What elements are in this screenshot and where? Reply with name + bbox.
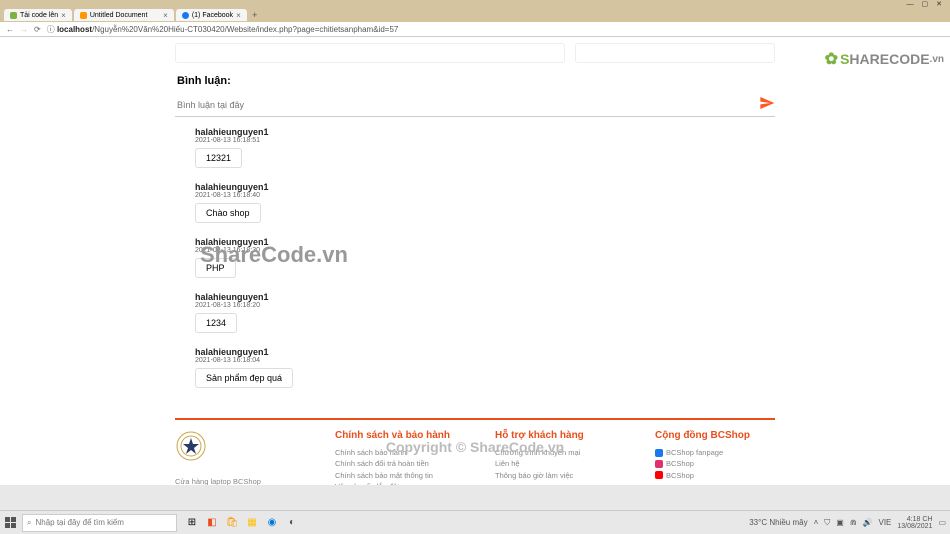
- new-tab-button[interactable]: +: [249, 9, 261, 21]
- tab-favicon: [80, 12, 87, 19]
- maximize-button[interactable]: ▢: [922, 0, 929, 8]
- footer-link[interactable]: BCShop: [655, 458, 795, 469]
- footer-link[interactable]: Liên hệ: [495, 458, 635, 469]
- comment-item: halahieunguyen12021-08-13 16:18:40 Chào s…: [195, 182, 775, 223]
- tray-chevron-icon[interactable]: ˄: [814, 518, 819, 527]
- taskbar: ⌕Nhập tại đây để tìm kiếm ⊞ ◧ 🛍 ▦ ◉ ◐ 33…: [0, 510, 950, 534]
- comment-user: halahieunguyen1: [195, 347, 775, 357]
- footer-col-info: Cửa hàng laptop BCShop Địa chỉ:118 Minh …: [175, 430, 315, 485]
- comment-item: halahieunguyen12021-08-13 16:18:20 1234: [195, 292, 775, 333]
- window-titlebar: — ▢ ✕: [0, 0, 950, 8]
- product-card-left: [175, 43, 565, 63]
- comments-title: Bình luận:: [175, 75, 775, 87]
- edge-icon[interactable]: ◉: [265, 516, 279, 530]
- app-icon[interactable]: ◐: [285, 516, 299, 530]
- task-view-icon[interactable]: ⊞: [185, 516, 199, 530]
- comment-item: halahieunguyen12021-08-13 16:18:30 PHP: [195, 237, 775, 278]
- comment-time: 2021-08-13 16:18:30: [195, 247, 775, 254]
- comment-time: 2021-08-13 16:18:04: [195, 357, 775, 364]
- youtube-icon: [655, 471, 663, 479]
- instagram-icon: [655, 460, 663, 468]
- refresh-button[interactable]: ⟳: [34, 25, 41, 34]
- wifi-icon[interactable]: ⋒: [850, 518, 857, 527]
- close-icon[interactable]: ×: [236, 11, 241, 20]
- comment-user: halahieunguyen1: [195, 237, 775, 247]
- address-bar: ← → ⟳ ⓘ localhost/Nguyễn%20Văn%20Hiếu-CT…: [0, 22, 950, 37]
- product-card-right: [575, 43, 775, 63]
- comment-user: halahieunguyen1: [195, 292, 775, 302]
- url-field[interactable]: ⓘ localhost/Nguyễn%20Văn%20Hiếu-CT030420…: [47, 24, 944, 35]
- facebook-icon: [655, 449, 663, 457]
- page-content: ✿ SHARECODE.vn ShareCode.vn Copyright © …: [0, 37, 950, 485]
- weather-widget[interactable]: 33°C Nhiều mây: [749, 518, 807, 527]
- tray-icon[interactable]: ▣: [836, 518, 844, 527]
- notifications-icon[interactable]: ▭: [938, 518, 946, 527]
- comment-body: 1234: [195, 313, 237, 333]
- comment-item: halahieunguyen12021-08-13 16:18:04 Sản ph…: [195, 347, 775, 388]
- comments-section: Bình luận: halahieunguyen12021-08-13 16:…: [175, 69, 775, 408]
- info-icon: ⓘ: [47, 25, 55, 34]
- close-icon[interactable]: ×: [61, 11, 66, 20]
- minimize-button[interactable]: —: [907, 1, 914, 8]
- search-icon: ⌕: [27, 518, 31, 528]
- comment-body: Chào shop: [195, 203, 261, 223]
- tab-title: (1) Facebook: [192, 12, 233, 19]
- comment-body: Sản phẩm đẹp quá: [195, 368, 293, 388]
- gear-icon: ✿: [825, 49, 838, 69]
- comment-time: 2021-08-13 16:18:51: [195, 137, 775, 144]
- tab-2[interactable]: Untitled Document ×: [74, 9, 174, 21]
- footer-link[interactable]: Chính sách bảo hành: [335, 447, 475, 458]
- comment-input[interactable]: [175, 98, 759, 112]
- start-button[interactable]: [4, 516, 18, 530]
- shop-logo: [175, 430, 207, 470]
- footer-link[interactable]: Chính sách bảo mật thông tin: [335, 470, 475, 481]
- footer-col-support: Hỗ trợ khách hàng Chương trình khuyến mạ…: [495, 430, 635, 485]
- footer-col-policy: Chính sách và bảo hành Chính sách bảo hà…: [335, 430, 475, 485]
- tab-1[interactable]: Tải code lên×: [4, 9, 72, 21]
- comment-list: halahieunguyen12021-08-13 16:18:5112321h…: [175, 127, 775, 388]
- footer-col-community: Cộng đồng BCShop BCShop fanpage BCShop B…: [655, 430, 795, 485]
- footer-link[interactable]: BCShop: [655, 470, 795, 481]
- footer-link[interactable]: Vận chuyển lắp đặt: [335, 481, 475, 485]
- close-icon[interactable]: ×: [163, 11, 168, 20]
- volume-icon[interactable]: 🔊: [863, 518, 873, 527]
- tab-title: Tải code lên: [20, 12, 58, 19]
- comment-user: halahieunguyen1: [195, 127, 775, 137]
- forward-button[interactable]: →: [20, 25, 28, 34]
- footer: Cửa hàng laptop BCShop Địa chỉ:118 Minh …: [175, 418, 775, 485]
- comment-item: halahieunguyen12021-08-13 16:18:51 12321: [195, 127, 775, 168]
- footer-link[interactable]: Chính sách đổi trả hoàn tiền: [335, 458, 475, 469]
- back-button[interactable]: ←: [6, 25, 14, 34]
- tray-icon[interactable]: ⛉: [824, 518, 830, 528]
- comment-user: halahieunguyen1: [195, 182, 775, 192]
- taskbar-search[interactable]: ⌕Nhập tại đây để tìm kiếm: [22, 514, 177, 532]
- comment-time: 2021-08-13 16:18:40: [195, 192, 775, 199]
- sharecode-watermark: ✿ SHARECODE.vn: [825, 49, 944, 69]
- comment-body: PHP: [195, 258, 236, 278]
- tab-title: Untitled Document: [90, 12, 148, 19]
- app-icon[interactable]: ◧: [205, 516, 219, 530]
- comment-time: 2021-08-13 16:18:20: [195, 302, 775, 309]
- tab-favicon: [10, 12, 17, 19]
- taskbar-clock[interactable]: 4:18 CH 13/08/2021: [897, 516, 932, 530]
- tab-favicon: [182, 12, 189, 19]
- taskbar-apps: ⊞ ◧ 🛍 ▦ ◉ ◐: [185, 516, 299, 530]
- close-button[interactable]: ✕: [936, 0, 942, 8]
- language-indicator[interactable]: VIE: [878, 518, 891, 527]
- app-icon[interactable]: ▦: [245, 516, 259, 530]
- footer-link[interactable]: BCShop fanpage: [655, 447, 795, 458]
- footer-link[interactable]: Thông báo giờ làm việc: [495, 470, 635, 481]
- app-icon[interactable]: 🛍: [225, 516, 239, 530]
- comment-body: 12321: [195, 148, 242, 168]
- send-icon[interactable]: [759, 95, 775, 114]
- browser-tabs: Tải code lên× Untitled Document× (1) Fac…: [0, 8, 950, 22]
- footer-link[interactable]: Chương trình khuyến mại: [495, 447, 635, 458]
- tab-3[interactable]: (1) Facebook×: [176, 9, 247, 21]
